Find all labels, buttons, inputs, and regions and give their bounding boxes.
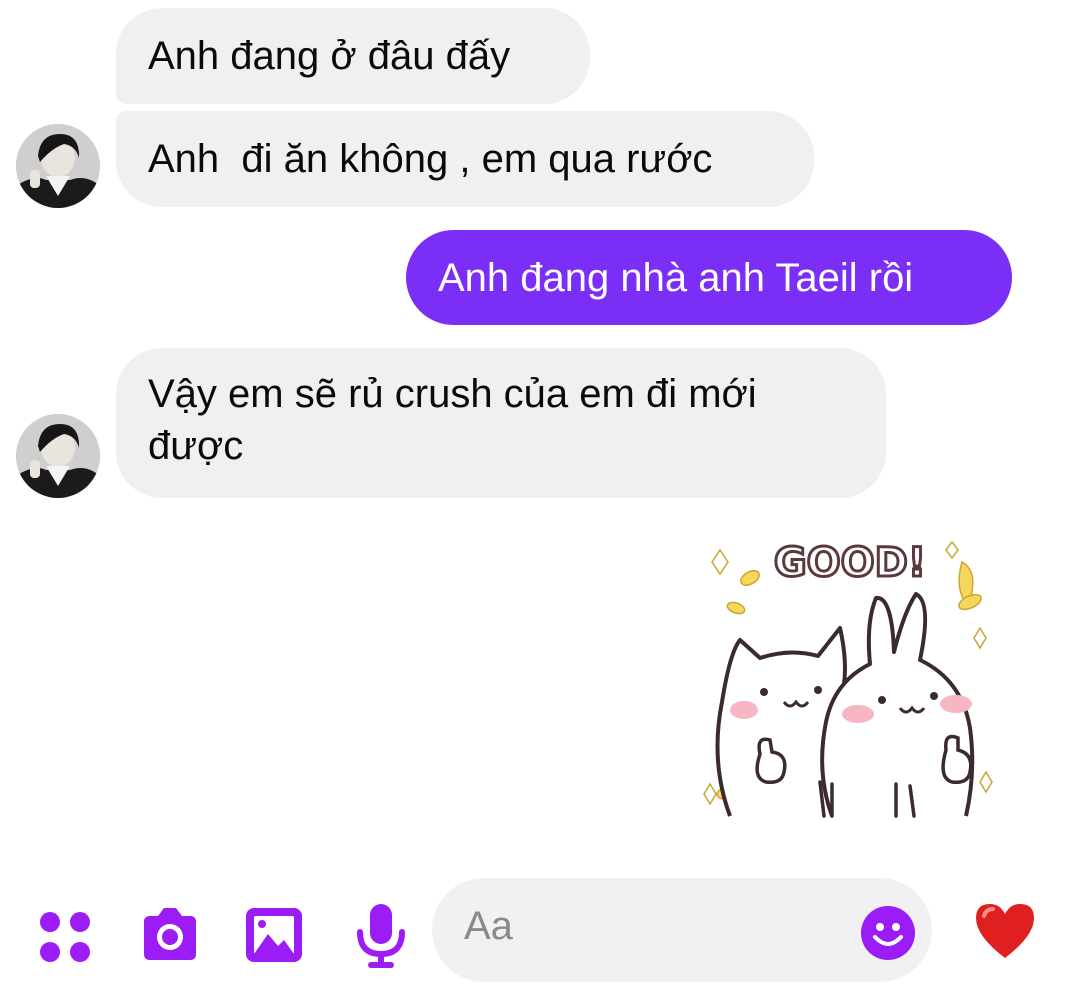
contact-avatar[interactable] [16, 414, 100, 498]
message-text: Vậy em sẽ rủ crush của em đi mới được [148, 372, 757, 468]
avatar-photo [16, 414, 100, 498]
camera-icon [144, 908, 196, 960]
message-text: Anh đi ăn không , em qua rước [148, 137, 713, 181]
gallery-button[interactable] [240, 900, 310, 970]
incoming-message-bubble[interactable]: Vậy em sẽ rủ crush của em đi mới được [116, 348, 886, 498]
sticker-image: GOOD! [703, 539, 993, 818]
message-composer: Aa [0, 870, 1080, 1003]
camera-button[interactable] [134, 900, 204, 970]
image-icon [246, 908, 302, 962]
avatar-photo [16, 124, 100, 208]
heart-icon [976, 904, 1034, 958]
message-text: Anh đang nhà anh Taeil rồi [438, 256, 914, 300]
heart-button[interactable] [972, 900, 1038, 960]
microphone-icon [357, 904, 405, 968]
voice-message-button[interactable] [346, 900, 416, 970]
emoji-button[interactable] [860, 905, 916, 961]
message-text: Anh đang ở đâu đấy [148, 34, 511, 78]
message-input-placeholder: Aa [464, 904, 513, 948]
sticker-caption: GOOD! [774, 540, 926, 586]
incoming-message-bubble[interactable]: Anh đi ăn không , em qua rước [116, 111, 814, 207]
grid-dots-icon [40, 912, 90, 962]
more-actions-button[interactable] [30, 900, 100, 970]
contact-avatar[interactable] [16, 124, 100, 208]
message-input[interactable]: Aa [432, 878, 932, 982]
good-sticker[interactable]: GOOD! [700, 532, 1004, 828]
outgoing-message-bubble[interactable]: Anh đang nhà anh Taeil rồi [406, 230, 1012, 325]
smiley-icon [861, 906, 915, 960]
incoming-message-bubble[interactable]: Anh đang ở đâu đấy [116, 8, 590, 104]
